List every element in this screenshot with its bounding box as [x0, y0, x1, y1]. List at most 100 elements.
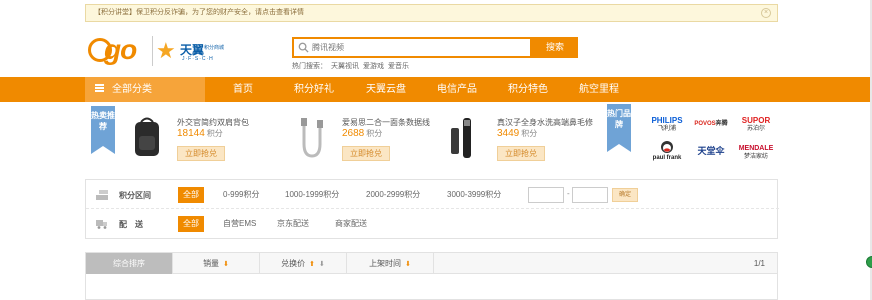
hot-recommend-badge: 热卖推荐	[91, 106, 115, 154]
logo-divider	[152, 36, 153, 66]
sort-bar: 综合排序 销量 ⬇ 兑换价 ⬆ ⬇ 上架时间 ⬇ 1/1	[85, 252, 778, 300]
price-unit: 积分	[521, 129, 538, 138]
price-unit: 积分	[366, 129, 383, 138]
nav-item-gifts[interactable]: 积分好礼	[294, 77, 334, 102]
brand-name: PHILIPS	[651, 116, 683, 125]
range-max-input[interactable]	[572, 187, 608, 203]
points-range-row: 积分区间 全部 0-999积分 1000-1999积分 2000-2999积分 …	[86, 181, 779, 209]
range-option-all[interactable]: 全部	[178, 187, 204, 203]
delivery-option[interactable]: 自营EMS	[223, 218, 256, 229]
tianyi-logo[interactable]: ★ 天翼 积分商城 J·F·S·C·H	[156, 38, 228, 66]
price-value: 3449	[497, 128, 520, 139]
brand-supor[interactable]: SUPOR 苏泊尔	[735, 116, 777, 134]
brand-grid: PHILIPS 飞利浦 POVOS奔腾 SUPOR 苏泊尔 paul frank…	[645, 116, 778, 170]
nav-item-cloud[interactable]: 天翼云盘	[366, 77, 406, 102]
search-box	[292, 37, 532, 58]
main-nav: 全部分类 首页 积分好礼 天翼云盘 电信产品 积分特色 航空里程	[0, 77, 872, 102]
featured-section: 热卖推荐 外交官简约双肩背包 18144 积分 立即抢兑 爱易思二合一面条数据线 …	[85, 104, 778, 172]
arrow-down-icon: ⬇	[405, 261, 411, 268]
backpack-image[interactable]	[125, 114, 169, 162]
arrow-down-icon: ⬇	[223, 261, 229, 268]
sort-header: 综合排序 销量 ⬇ 兑换价 ⬆ ⬇ 上架时间 ⬇ 1/1	[86, 253, 777, 274]
delivery-option-all[interactable]: 全部	[178, 216, 204, 232]
menu-icon	[95, 84, 104, 93]
range-option[interactable]: 1000-1999积分	[285, 189, 339, 200]
star-icon: ★	[156, 38, 176, 63]
arrow-down-icon: ⬇	[319, 261, 325, 268]
hot-search-label: 热门搜索：	[292, 63, 327, 70]
close-icon[interactable]: ×	[761, 8, 771, 18]
brand-name: paul frank	[652, 155, 682, 161]
sort-tab-label: 上架时间	[369, 259, 402, 268]
range-option[interactable]: 2000-2999积分	[366, 189, 420, 200]
brand-sub: 奔腾	[715, 121, 728, 127]
all-categories-label: 全部分类	[112, 84, 152, 95]
floating-service-button[interactable]	[866, 256, 872, 268]
brand-name: 天堂伞	[697, 146, 725, 156]
nav-item-home[interactable]: 首页	[233, 77, 253, 102]
range-option[interactable]: 3000-3999积分	[447, 189, 501, 200]
brand-name: POVOS	[694, 121, 716, 127]
sort-tab-label: 兑换价	[281, 259, 306, 268]
notice-bar[interactable]: 【积分讲堂】保卫积分反诈骗，为了您的财产安全，请点击查看详情 ×	[85, 4, 778, 22]
delivery-row: 配 送 全部 自营EMS 京东配送 商家配送	[86, 210, 779, 238]
logo-go-text: go	[104, 34, 137, 65]
brand-name: SUPOR	[741, 116, 771, 125]
coins-icon	[96, 190, 108, 200]
points-range-label: 积分区间	[119, 191, 151, 200]
redeem-button[interactable]: 立即抢兑	[497, 146, 545, 161]
redeem-button[interactable]: 立即抢兑	[342, 146, 390, 161]
tianyi-sub: 积分商城	[204, 45, 225, 51]
range-dash: -	[567, 189, 570, 198]
nav-item-featured[interactable]: 积分特色	[508, 77, 548, 102]
hot-search-link[interactable]: 爱音乐	[388, 63, 409, 70]
nav-item-telecom[interactable]: 电信产品	[437, 77, 477, 102]
product-price: 18144 积分	[177, 128, 223, 139]
nav-item-miles[interactable]: 航空里程	[579, 77, 619, 102]
brand-name: MENDALE	[738, 145, 774, 152]
price-value: 2688	[342, 128, 365, 139]
product-price: 3449 积分	[497, 128, 537, 139]
monkey-icon	[661, 141, 673, 153]
sort-tab-sales[interactable]: 销量 ⬇	[173, 253, 260, 274]
truck-icon	[96, 220, 107, 229]
brand-sub: 梦洁家纺	[743, 154, 768, 160]
go-logo[interactable]: go	[88, 34, 150, 68]
hot-brands-badge: 热门品牌	[607, 104, 631, 152]
brand-mendale[interactable]: MENDALE 梦洁家纺	[735, 144, 777, 162]
product-title[interactable]: 外交官简约双肩背包	[177, 117, 249, 128]
filter-panel: 积分区间 全部 0-999积分 1000-1999积分 2000-2999积分 …	[85, 179, 779, 239]
brand-povos[interactable]: POVOS奔腾	[691, 120, 731, 129]
search-button[interactable]: 搜索	[532, 37, 578, 58]
range-confirm-button[interactable]: 确定	[612, 188, 638, 202]
redeem-button[interactable]: 立即抢兑	[177, 146, 225, 161]
brand-philips[interactable]: PHILIPS 飞利浦	[647, 116, 687, 134]
range-min-input[interactable]	[528, 187, 564, 203]
hot-search-link[interactable]: 爱游戏	[363, 63, 384, 70]
cable-image[interactable]	[290, 114, 334, 162]
sort-tab-time[interactable]: 上架时间 ⬇	[347, 253, 434, 274]
sort-tab-default[interactable]: 综合排序	[86, 253, 173, 274]
price-value: 18144	[177, 128, 205, 139]
brand-tiantang[interactable]: 天堂伞	[691, 147, 731, 156]
product-title[interactable]: 爱易思二合一面条数据线	[342, 117, 430, 128]
sort-tab-price[interactable]: 兑换价 ⬆ ⬇	[260, 253, 347, 274]
product-title[interactable]: 真汉子全身水洗高端鼻毛修	[497, 117, 593, 128]
brand-sub: 飞利浦	[657, 126, 676, 132]
page: 【积分讲堂】保卫积分反诈骗，为了您的财产安全，请点击查看详情 × go ★ 天翼…	[0, 0, 872, 300]
search-icon	[298, 42, 309, 53]
page-indicator: 1/1	[753, 259, 765, 268]
hot-searches: 热门搜索： 天翼视讯 爱游戏 爱音乐	[292, 61, 413, 71]
range-option[interactable]: 0-999积分	[223, 189, 259, 200]
all-categories-button[interactable]: 全部分类	[85, 77, 205, 102]
notice-text[interactable]: 【积分讲堂】保卫积分反诈骗，为了您的财产安全，请点击查看详情	[94, 9, 304, 16]
trimmer-image[interactable]	[445, 114, 489, 162]
brand-paulfrank[interactable]: paul frank	[647, 140, 687, 163]
hot-search-link[interactable]: 天翼视讯	[331, 63, 359, 70]
search-input[interactable]	[312, 41, 522, 54]
delivery-option[interactable]: 商家配送	[335, 218, 367, 229]
sort-tab-label: 销量	[203, 259, 220, 268]
delivery-option[interactable]: 京东配送	[277, 218, 309, 229]
delivery-label: 配 送	[119, 220, 143, 229]
arrow-up-icon: ⬆	[309, 261, 315, 268]
